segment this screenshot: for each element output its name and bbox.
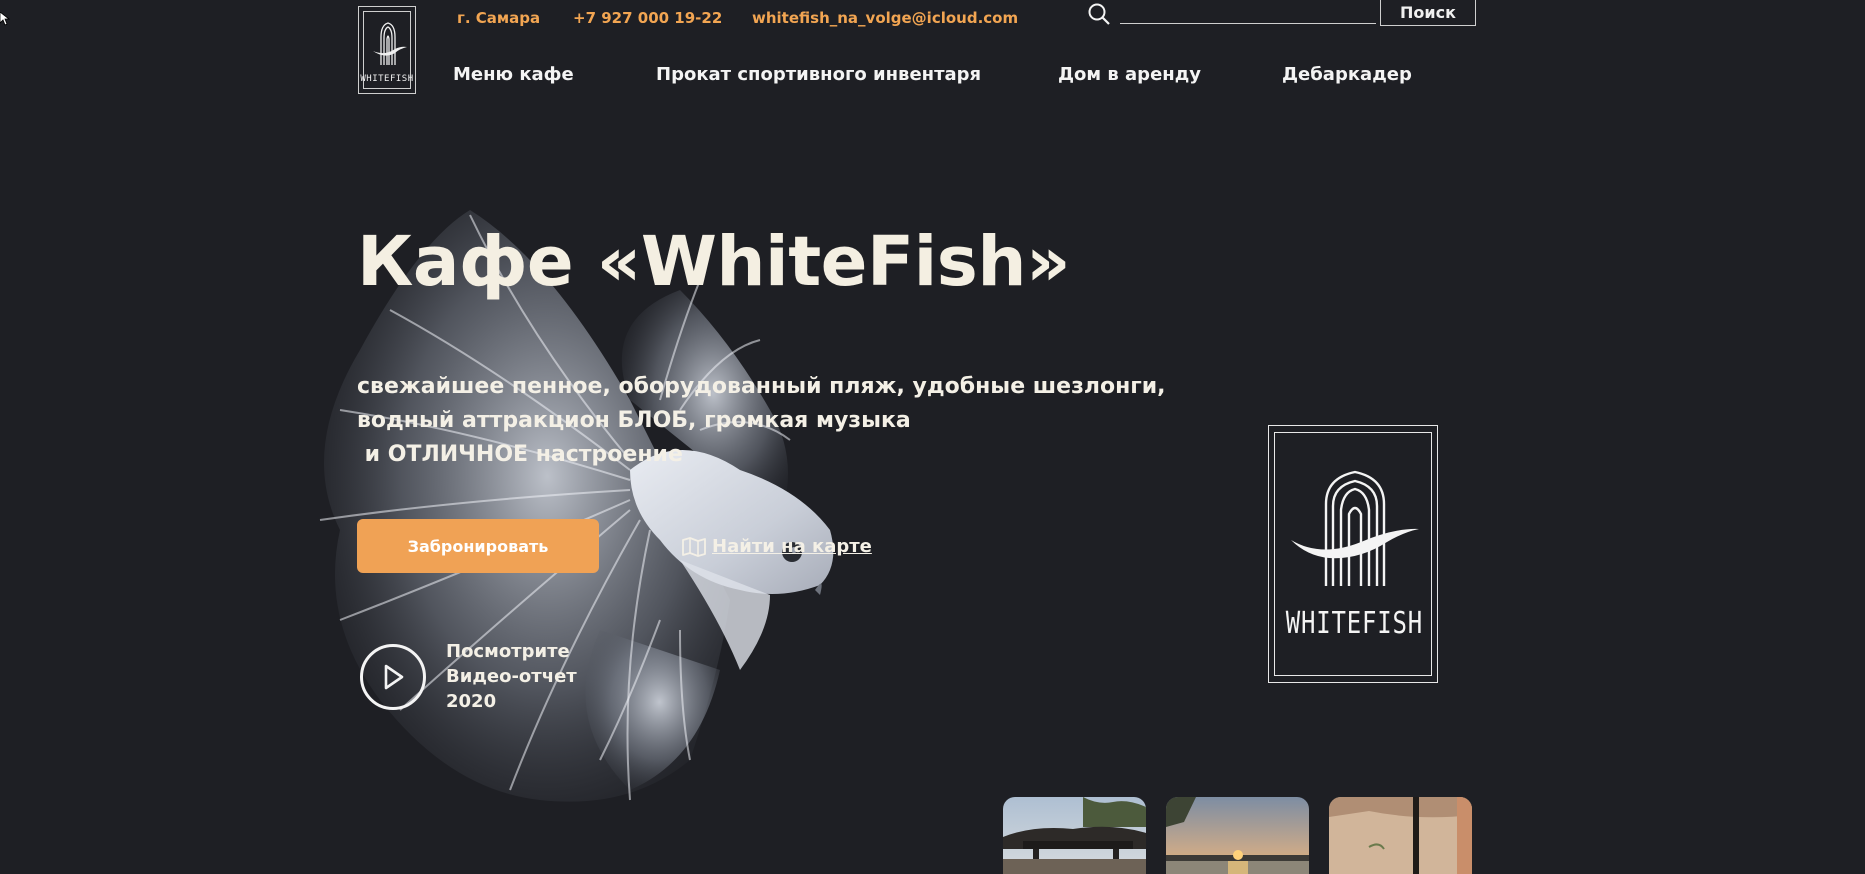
- email-link[interactable]: whitefish_na_volge@icloud.com: [752, 9, 1018, 27]
- video-text-line: Посмотрите: [446, 641, 570, 662]
- header-logo[interactable]: WHITEFISH: [358, 6, 416, 94]
- hero-description-line: и ОТЛИЧНОЕ настроение: [357, 442, 683, 467]
- hero-description-line: водный аттракцион БЛОБ, громкая музыка: [357, 408, 911, 433]
- play-icon: [384, 664, 404, 689]
- search-input[interactable]: [1120, 0, 1376, 24]
- video-report-link[interactable]: Посмотрите Видео-отчет 2020: [360, 639, 577, 714]
- phone-link[interactable]: +7 927 000 19-22: [573, 9, 722, 27]
- hero-title: Кафе «WhiteFish»: [357, 222, 1071, 302]
- page: WHITEFISH г. Самара +7 927 000 19-22 whi…: [0, 0, 1865, 874]
- nav-item-equipment-rental[interactable]: Прокат спортивного инвентаря: [656, 64, 981, 85]
- gallery-thumbnail-beach-canopy[interactable]: [1003, 797, 1146, 874]
- book-button[interactable]: Забронировать: [357, 519, 599, 573]
- map-icon: [682, 536, 706, 557]
- logo-text: WHITEFISH: [360, 74, 414, 84]
- find-on-map-link[interactable]: Найти на карте: [682, 536, 872, 557]
- gallery-image: [1329, 797, 1472, 874]
- gallery-thumbnail-sunset-river[interactable]: [1166, 797, 1309, 874]
- brand-logo-text: WHITEFISH: [1285, 606, 1424, 641]
- search-icon[interactable]: [1087, 2, 1111, 26]
- brand-logo: WHITEFISH: [1268, 425, 1438, 683]
- brand-logo-mark-icon: [1291, 470, 1419, 586]
- search-button[interactable]: Поиск: [1380, 0, 1476, 26]
- video-text-line: Видео-отчет: [446, 666, 577, 687]
- play-button[interactable]: [360, 643, 426, 710]
- hero-description-line: свежайшее пенное, оборудованный пляж, уд…: [357, 374, 1166, 399]
- mouse-cursor-icon: [0, 12, 10, 26]
- gallery-image: [1003, 797, 1146, 874]
- video-text-line: 2020: [446, 691, 497, 712]
- find-on-map-label: Найти на карте: [712, 536, 872, 557]
- nav-item-debarcader[interactable]: Дебаркадер: [1282, 64, 1412, 85]
- city-text: г. Самара: [457, 9, 541, 27]
- video-report-text: Посмотрите Видео-отчет 2020: [446, 639, 577, 714]
- nav-item-cafe-menu[interactable]: Меню кафе: [453, 64, 574, 85]
- hero-description: свежайшее пенное, оборудованный пляж, уд…: [357, 370, 1257, 472]
- nav-item-house-rental[interactable]: Дом в аренду: [1058, 64, 1201, 85]
- gallery-image: [1166, 797, 1309, 874]
- gallery-thumbnail-sandy-beach[interactable]: [1329, 797, 1472, 874]
